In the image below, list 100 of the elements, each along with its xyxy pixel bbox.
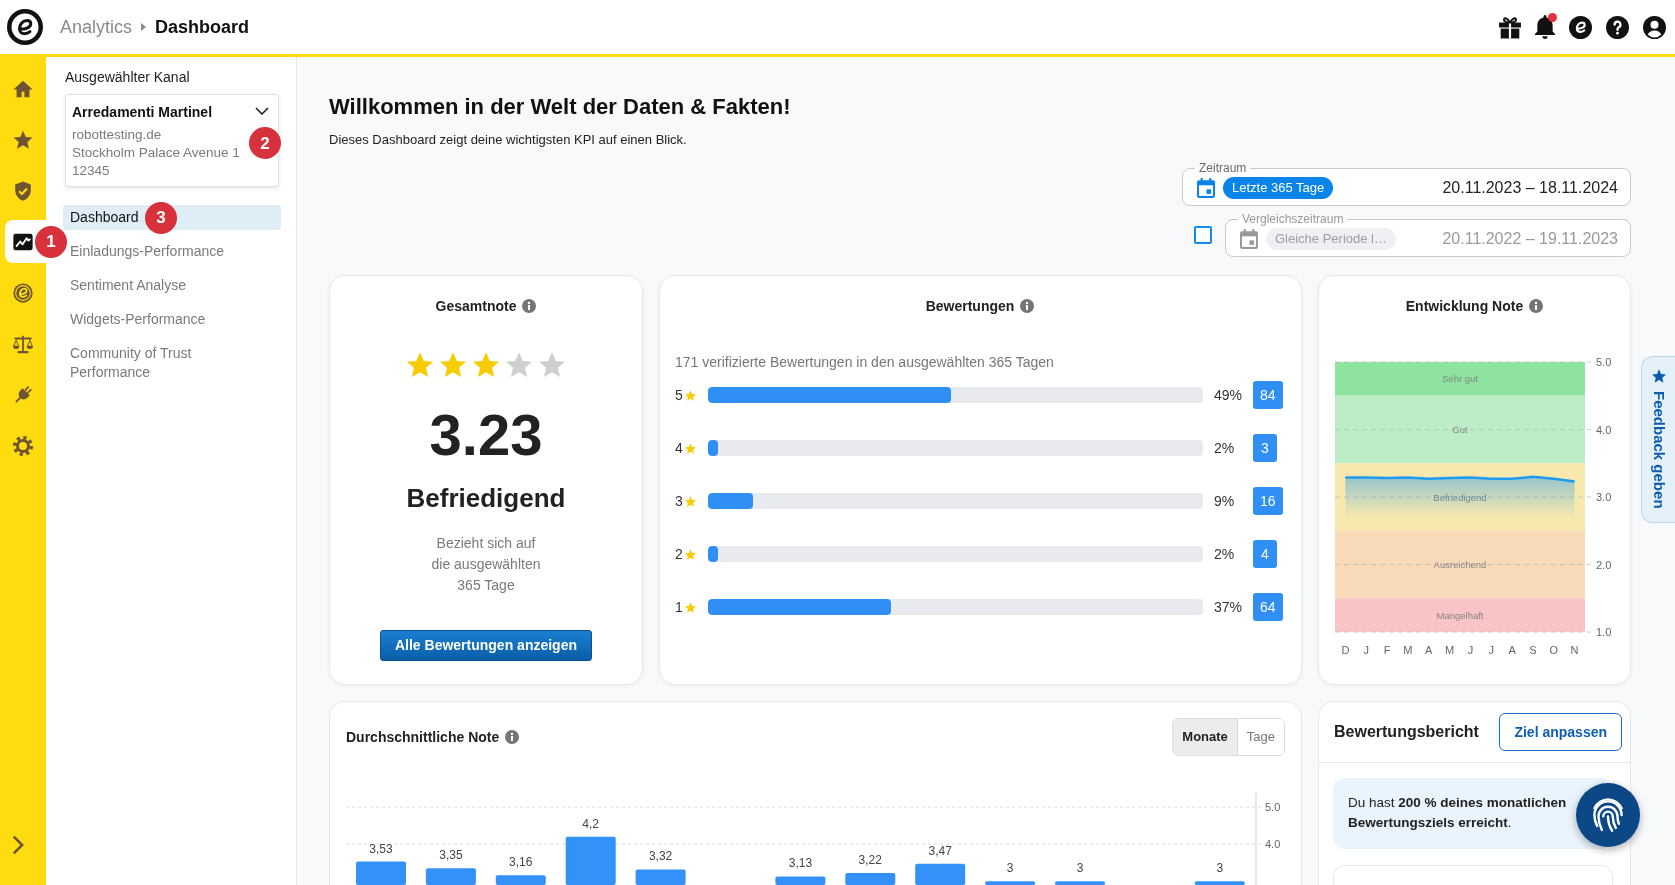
axis-label: 5.0	[1265, 801, 1281, 813]
value-label: 3,47	[928, 843, 952, 858]
preset-chip: Gleiche Periode l…	[1266, 228, 1396, 250]
star-icon	[440, 352, 466, 377]
info-icon[interactable]	[1020, 299, 1035, 313]
star-icon	[684, 442, 696, 454]
band-label: Befriedigend	[1433, 491, 1487, 503]
nav-item[interactable]: Sentiment Analyse	[63, 273, 281, 298]
percent-value: 37%	[1214, 597, 1244, 617]
star-icon	[539, 352, 565, 377]
date-range: 20.11.2023 – 18.11.2024	[1442, 178, 1618, 198]
breadcrumb-item: Dashboard	[155, 16, 250, 39]
axis-label: 1.0	[1596, 626, 1612, 638]
info-icon[interactable]	[505, 730, 520, 744]
grade-label: Befriedigend	[406, 482, 566, 514]
calendar-icon[interactable]	[1197, 178, 1215, 198]
shield-check-icon	[12, 179, 34, 202]
axis-label: 4.0	[1265, 838, 1281, 851]
channel-detail: 12345	[72, 162, 110, 180]
card-title: Entwicklung Note	[1405, 297, 1524, 316]
logo-icon[interactable]	[7, 9, 43, 45]
value-label: 3,13	[788, 856, 813, 871]
circle-e-icon	[12, 281, 34, 304]
nav-item[interactable]: Widgets-Performance	[63, 307, 281, 332]
gift-icon[interactable]	[1499, 15, 1521, 39]
date-range: 20.11.2022 – 19.11.2023	[1442, 229, 1618, 249]
star-level: 2	[675, 544, 683, 564]
axis-label: S	[1529, 644, 1537, 656]
percent-value: 2%	[1214, 544, 1236, 564]
card-title: Gesamtnote	[435, 297, 517, 316]
channel-selector[interactable]: Arredamenti Martinel robottesting.de Stockholm Palace Avenue 1 12345 2	[65, 94, 279, 187]
step-marker: 3	[145, 201, 177, 234]
value-label: 3,53	[369, 841, 393, 856]
preset-chip[interactable]: Letzte 365 Tage	[1223, 177, 1334, 199]
feedback-tab[interactable]: Feedback geben	[1641, 356, 1675, 523]
value-label: 3	[1006, 861, 1014, 876]
value-label: 3,32	[648, 849, 673, 864]
axis-label: F	[1383, 644, 1391, 656]
star-icon	[407, 352, 433, 377]
value-label: 3,35	[439, 848, 463, 863]
band-label: Ausreichend	[1433, 559, 1487, 570]
star-icon	[1651, 369, 1666, 383]
card-title: Durchschnittliche Note	[346, 727, 500, 747]
axis-label: 5.0	[1596, 356, 1612, 368]
axis-label: J	[1467, 644, 1474, 656]
axis-label: 4.0	[1596, 423, 1612, 436]
chevron-right-icon[interactable]	[12, 835, 24, 855]
star-level: 5	[675, 385, 683, 405]
card-title: Bewertungsbericht	[1334, 722, 1479, 742]
channel-detail: robottesting.de	[72, 126, 162, 144]
axis-label: O	[1549, 644, 1559, 656]
fingerprint-icon	[1593, 798, 1623, 832]
channel-name: Arredamenti Martinel	[72, 103, 213, 122]
value-label: 3	[1076, 861, 1084, 876]
adjust-goal-button[interactable]: Ziel anpassen	[1499, 713, 1622, 751]
axis-label: 3.0	[1596, 491, 1612, 503]
circle-e-icon[interactable]	[1569, 15, 1592, 39]
nav-item[interactable]: Community of Trust Performance	[63, 341, 281, 385]
star-icon	[684, 601, 696, 613]
show-all-reviews-button[interactable]: Alle Bewertungen anzeigen	[379, 630, 592, 661]
settings-icon	[12, 434, 34, 457]
caret-icon	[141, 23, 147, 31]
count-badge: 4	[1253, 540, 1277, 568]
star-icon	[684, 548, 696, 560]
star-level: 3	[675, 491, 683, 511]
star-icon	[684, 495, 696, 507]
help-icon[interactable]	[1606, 15, 1629, 39]
band-label: Gut	[1452, 424, 1468, 435]
page-subtitle: Dieses Dashboard zeigt deine wichtigsten KPI auf einen Blick.	[329, 131, 688, 149]
band-label: Sehr gut	[1442, 373, 1478, 385]
user-icon[interactable]	[1643, 15, 1666, 39]
percent-value: 2%	[1214, 438, 1236, 458]
value-label: 3	[1216, 861, 1224, 876]
info-icon[interactable]	[522, 299, 537, 313]
bell-icon[interactable]	[1535, 15, 1555, 39]
toggle-option[interactable]: Tage	[1236, 719, 1284, 755]
score-note: Bezieht sich auf die ausgewählten 365 Tage	[430, 534, 542, 595]
section-label: Ausgewählter Kanal	[65, 68, 191, 86]
star-level: 1	[675, 597, 683, 617]
percent-value: 9%	[1214, 491, 1236, 511]
plug-icon	[12, 383, 34, 406]
field-label: Vergleichszeitraum	[1241, 212, 1345, 226]
count-badge: 3	[1253, 434, 1277, 462]
chevron-down-icon[interactable]	[255, 107, 269, 115]
axis-label: 2.0	[1596, 558, 1612, 571]
channel-detail: Stockholm Palace Avenue 1	[72, 144, 240, 162]
toggle-option[interactable]: Monate	[1173, 719, 1237, 755]
ratings-summary: 171 verifizierte Bewertungen in den ausgewählten 365 Tagen	[675, 353, 1055, 371]
count-badge: 16	[1253, 487, 1283, 515]
axis-label: A	[1508, 644, 1516, 656]
axis-label: D	[1341, 644, 1350, 656]
date-range-field[interactable]: Zeitraum Letzte 365 Tage 20.11.2023 – 18.11.2024	[1182, 161, 1631, 206]
axis-label: M	[1445, 644, 1455, 656]
breadcrumb-item[interactable]: Analytics	[60, 15, 133, 39]
axis-label: J	[1488, 644, 1494, 656]
info-icon[interactable]	[1529, 299, 1544, 313]
page-title: Willkommen in der Welt der Daten & Fakten!	[329, 93, 792, 121]
axis-label: N	[1570, 644, 1579, 656]
count-badge: 64	[1253, 593, 1283, 621]
value-label: 3,22	[858, 853, 882, 868]
